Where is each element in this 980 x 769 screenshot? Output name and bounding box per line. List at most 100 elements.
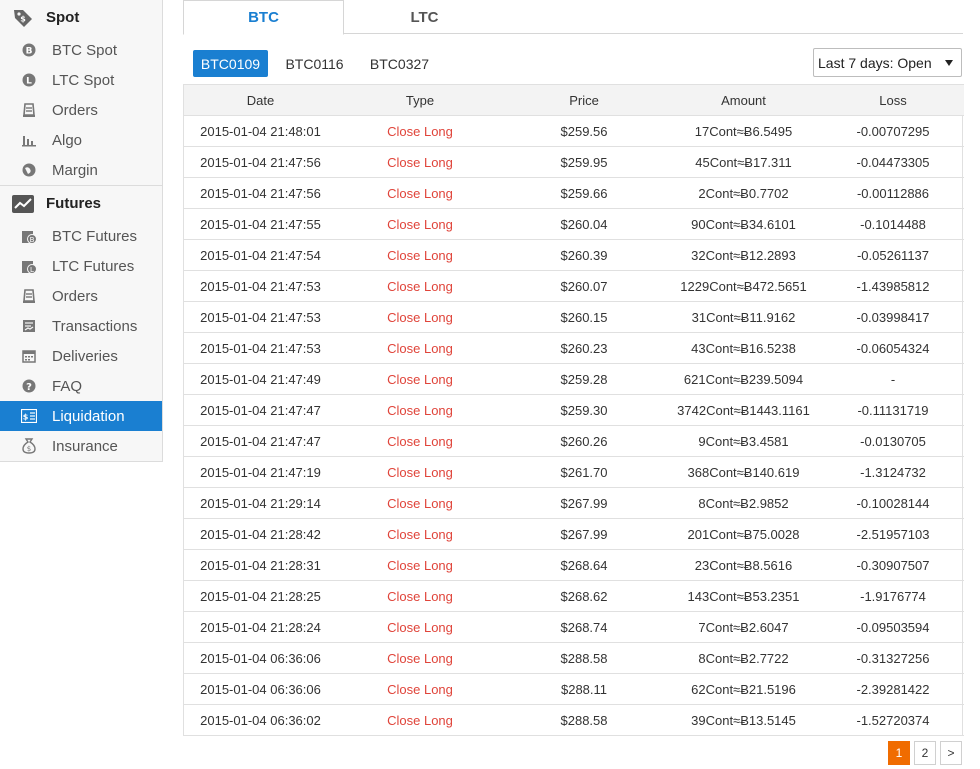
- cell-price: $288.58: [503, 642, 665, 674]
- cell-loss: -0.00112886: [822, 177, 964, 209]
- cell-amount: 23Cont≈Ƀ8.5616: [665, 549, 822, 581]
- table-row: 2015-01-04 21:47:47 Close Long $259.30 3742…: [184, 394, 964, 426]
- sidebar-item-spot-algo[interactable]: Algo: [0, 125, 162, 155]
- svg-text:$: $: [23, 413, 29, 422]
- table-row: 2015-01-04 21:29:14 Close Long $267.99 8Con…: [184, 487, 964, 519]
- help-icon: ?: [21, 378, 37, 394]
- cell-amount: 62Cont≈Ƀ21.5196: [665, 673, 822, 705]
- period-status-select[interactable]: Last 7 days: Open: [813, 48, 962, 77]
- cell-price: $267.99: [503, 518, 665, 550]
- cell-date: 2015-01-04 06:36:06: [184, 642, 337, 674]
- tab-btc[interactable]: BTC: [183, 0, 344, 35]
- sidebar-item-spot-margin[interactable]: Margin: [0, 155, 162, 185]
- next-page-button[interactable]: >: [940, 741, 962, 765]
- cell-amount: 621Cont≈Ƀ239.5094: [665, 363, 822, 395]
- sidebar-item-futures-transactions[interactable]: Transactions: [0, 311, 162, 341]
- sidebar-item-futures-deliveries[interactable]: Deliveries: [0, 341, 162, 371]
- table-row: 2015-01-04 06:36:06 Close Long $288.58 8Con…: [184, 642, 964, 674]
- sidebar-item-label: LTC Futures: [52, 257, 135, 275]
- cell-amount: 3742Cont≈Ƀ1443.1161: [665, 394, 822, 426]
- table-row: 2015-01-04 21:47:53 Close Long $260.07 1229…: [184, 270, 964, 302]
- chevron-down-icon: [945, 60, 953, 66]
- cell-date: 2015-01-04 21:28:24: [184, 611, 337, 643]
- cell-loss: -0.05261137: [822, 239, 964, 271]
- cell-amount: 9Cont≈Ƀ3.4581: [665, 425, 822, 457]
- sidebar-item-label: Deliveries: [52, 347, 118, 365]
- cell-amount: 32Cont≈Ƀ12.2893: [665, 239, 822, 271]
- cell-type: Close Long: [337, 301, 503, 333]
- sidebar-item-futures-insurance[interactable]: $ Insurance: [0, 431, 162, 461]
- money-bag-icon: $: [21, 438, 37, 454]
- cell-amount: 31Cont≈Ƀ11.9162: [665, 301, 822, 333]
- sidebar-item-spot-orders[interactable]: Orders: [0, 95, 162, 125]
- cell-amount: 43Cont≈Ƀ16.5238: [665, 332, 822, 364]
- table-row: 2015-01-04 21:47:56 Close Long $259.66 2Con…: [184, 177, 964, 209]
- table-row: 2015-01-04 21:47:19 Close Long $261.70 368C…: [184, 456, 964, 488]
- cell-amount: 368Cont≈Ƀ140.619: [665, 456, 822, 488]
- cell-date: 2015-01-04 21:47:19: [184, 456, 337, 488]
- contract-btc0109[interactable]: BTC0109: [193, 50, 268, 77]
- sidebar-item-futures-faq[interactable]: ? FAQ: [0, 371, 162, 401]
- contract-btc0327[interactable]: BTC0327: [363, 50, 436, 77]
- sidebar-item-label: BTC Futures: [52, 227, 138, 245]
- sidebar-item-label: Transactions: [52, 317, 138, 335]
- contract-btc0116[interactable]: BTC0116: [278, 50, 351, 77]
- cell-type: Close Long: [337, 673, 503, 705]
- cell-date: 2015-01-04 21:47:56: [184, 146, 337, 178]
- cell-date: 2015-01-04 21:47:55: [184, 208, 337, 240]
- cell-price: $288.58: [503, 704, 665, 736]
- cell-type: Close Long: [337, 487, 503, 519]
- sidebar-item-futures-btc-futures[interactable]: B BTC Futures: [0, 221, 162, 251]
- cell-amount: 201Cont≈Ƀ75.0028: [665, 518, 822, 550]
- sidebar-item-spot-btc-spot[interactable]: B BTC Spot: [0, 35, 162, 65]
- cell-type: Close Long: [337, 518, 503, 550]
- spot-section-title: Spot: [46, 9, 80, 26]
- sidebar-item-futures-liquidation[interactable]: $ Liquidation: [0, 401, 162, 431]
- svg-text:$: $: [27, 445, 31, 453]
- cell-price: $260.26: [503, 425, 665, 457]
- cell-type: Close Long: [337, 239, 503, 271]
- cell-price: $259.66: [503, 177, 665, 209]
- spot-section-header: $ Spot: [0, 0, 162, 35]
- svg-text:$: $: [20, 14, 26, 23]
- sidebar-item-futures-ltc-futures[interactable]: L LTC Futures: [0, 251, 162, 281]
- table-row: 2015-01-04 21:47:56 Close Long $259.95 45Co…: [184, 146, 964, 178]
- cell-price: $260.39: [503, 239, 665, 271]
- svg-text:?: ?: [26, 382, 32, 393]
- sidebar-item-spot-ltc-spot[interactable]: L LTC Spot: [0, 65, 162, 95]
- cell-date: 2015-01-04 21:47:54: [184, 239, 337, 271]
- cell-price: $268.64: [503, 549, 665, 581]
- cell-price: $260.04: [503, 208, 665, 240]
- cell-date: 2015-01-04 21:29:14: [184, 487, 337, 519]
- cell-loss: -0.03998417: [822, 301, 964, 333]
- page-1-button[interactable]: 1: [888, 741, 910, 765]
- cell-amount: 1229Cont≈Ƀ472.5651: [665, 270, 822, 302]
- futures-section-title: Futures: [46, 195, 102, 212]
- table-row: 2015-01-04 21:47:55 Close Long $260.04 90Co…: [184, 208, 964, 240]
- ltc-coin-icon: L: [21, 72, 37, 88]
- cell-amount: 39Cont≈Ƀ13.5145: [665, 704, 822, 736]
- currency-tabs: BTC LTC: [183, 0, 963, 35]
- cell-loss: -0.04473305: [822, 146, 964, 178]
- cell-loss: -2.51957103: [822, 518, 964, 550]
- transactions-icon: [21, 318, 37, 334]
- cell-type: Close Long: [337, 146, 503, 178]
- cell-loss: -0.0130705: [822, 425, 964, 457]
- futures-section-header: Futures: [0, 186, 162, 221]
- table-row: 2015-01-04 21:47:53 Close Long $260.23 43Co…: [184, 332, 964, 364]
- cell-type: Close Long: [337, 270, 503, 302]
- sidebar-item-label: Liquidation: [52, 407, 125, 425]
- orders-icon: [21, 288, 37, 304]
- ltc-futures-icon: L: [21, 258, 37, 274]
- cell-loss: -: [822, 363, 964, 395]
- cell-date: 2015-01-04 06:36:06: [184, 673, 337, 705]
- tab-ltc[interactable]: LTC: [344, 0, 505, 34]
- cell-type: Close Long: [337, 549, 503, 581]
- cell-date: 2015-01-04 21:47:53: [184, 332, 337, 364]
- price-tag-icon: $: [10, 7, 36, 29]
- cell-loss: -0.10028144: [822, 487, 964, 519]
- cell-type: Close Long: [337, 177, 503, 209]
- sidebar-item-futures-orders[interactable]: Orders: [0, 281, 162, 311]
- cell-amount: 8Cont≈Ƀ2.9852: [665, 487, 822, 519]
- page-2-button[interactable]: 2: [914, 741, 936, 765]
